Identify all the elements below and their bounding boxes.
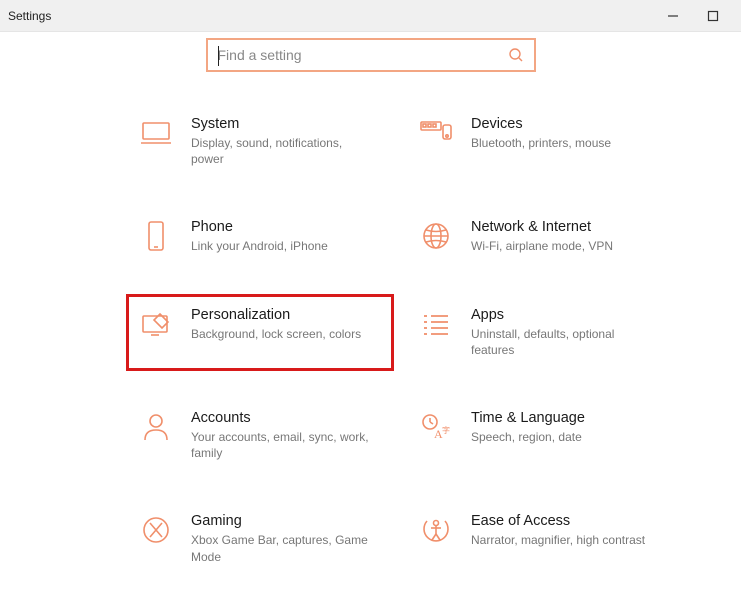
minimize-button[interactable] xyxy=(653,2,693,30)
personalization-icon xyxy=(139,307,173,341)
tile-title: Time & Language xyxy=(471,410,585,426)
tile-title: Apps xyxy=(471,307,651,323)
tile-subtitle: Link your Android, iPhone xyxy=(191,238,328,254)
tile-subtitle: Speech, region, date xyxy=(471,429,585,445)
tile-title: Personalization xyxy=(191,307,361,323)
tile-subtitle: Wi-Fi, airplane mode, VPN xyxy=(471,238,613,254)
tile-title: System xyxy=(191,116,371,132)
titlebar: Settings xyxy=(0,0,741,32)
tile-devices[interactable]: Devices Bluetooth, printers, mouse xyxy=(415,112,665,171)
tile-apps[interactable]: Apps Uninstall, defaults, optional featu… xyxy=(415,303,665,362)
tile-subtitle: Uninstall, defaults, optional features xyxy=(471,326,651,358)
tile-title: Gaming xyxy=(191,513,371,529)
gaming-icon xyxy=(139,513,173,547)
tile-title: Devices xyxy=(471,116,611,132)
settings-grid: System Display, sound, notifications, po… xyxy=(135,112,741,569)
tile-title: Phone xyxy=(191,219,328,235)
globe-icon xyxy=(419,219,453,253)
tile-title: Ease of Access xyxy=(471,513,645,529)
search-icon xyxy=(508,47,524,63)
window-title: Settings xyxy=(8,9,51,23)
minimize-icon xyxy=(667,10,679,22)
tile-subtitle: Your accounts, email, sync, work, family xyxy=(191,429,371,461)
text-caret xyxy=(218,46,219,66)
tile-subtitle: Background, lock screen, colors xyxy=(191,326,361,342)
search-box[interactable] xyxy=(206,38,536,72)
tile-subtitle: Display, sound, notifications, power xyxy=(191,135,371,167)
maximize-icon xyxy=(707,10,719,22)
accounts-icon xyxy=(139,410,173,444)
tile-ease-of-access[interactable]: Ease of Access Narrator, magnifier, high… xyxy=(415,509,665,568)
devices-icon xyxy=(419,116,453,150)
search-input[interactable] xyxy=(218,47,508,63)
tile-network[interactable]: Network & Internet Wi-Fi, airplane mode,… xyxy=(415,215,665,258)
tile-gaming[interactable]: Gaming Xbox Game Bar, captures, Game Mod… xyxy=(135,509,385,568)
svg-text:字: 字 xyxy=(442,425,450,435)
phone-icon xyxy=(139,219,173,253)
search-container xyxy=(0,38,741,72)
tile-subtitle: Bluetooth, printers, mouse xyxy=(471,135,611,151)
apps-icon xyxy=(419,307,453,341)
tile-system[interactable]: System Display, sound, notifications, po… xyxy=(135,112,385,171)
tile-accounts[interactable]: Accounts Your accounts, email, sync, wor… xyxy=(135,406,385,465)
system-icon xyxy=(139,116,173,150)
time-language-icon: A 字 xyxy=(419,410,453,444)
tile-subtitle: Xbox Game Bar, captures, Game Mode xyxy=(191,532,371,564)
maximize-button[interactable] xyxy=(693,2,733,30)
tile-subtitle: Narrator, magnifier, high contrast xyxy=(471,532,645,548)
tile-title: Accounts xyxy=(191,410,371,426)
tile-phone[interactable]: Phone Link your Android, iPhone xyxy=(135,215,385,258)
tile-personalization[interactable]: Personalization Background, lock screen,… xyxy=(135,303,385,362)
ease-of-access-icon xyxy=(419,513,453,547)
tile-time-language[interactable]: A 字 Time & Language Speech, region, date xyxy=(415,406,665,465)
tile-title: Network & Internet xyxy=(471,219,613,235)
content-area: System Display, sound, notifications, po… xyxy=(0,38,741,569)
